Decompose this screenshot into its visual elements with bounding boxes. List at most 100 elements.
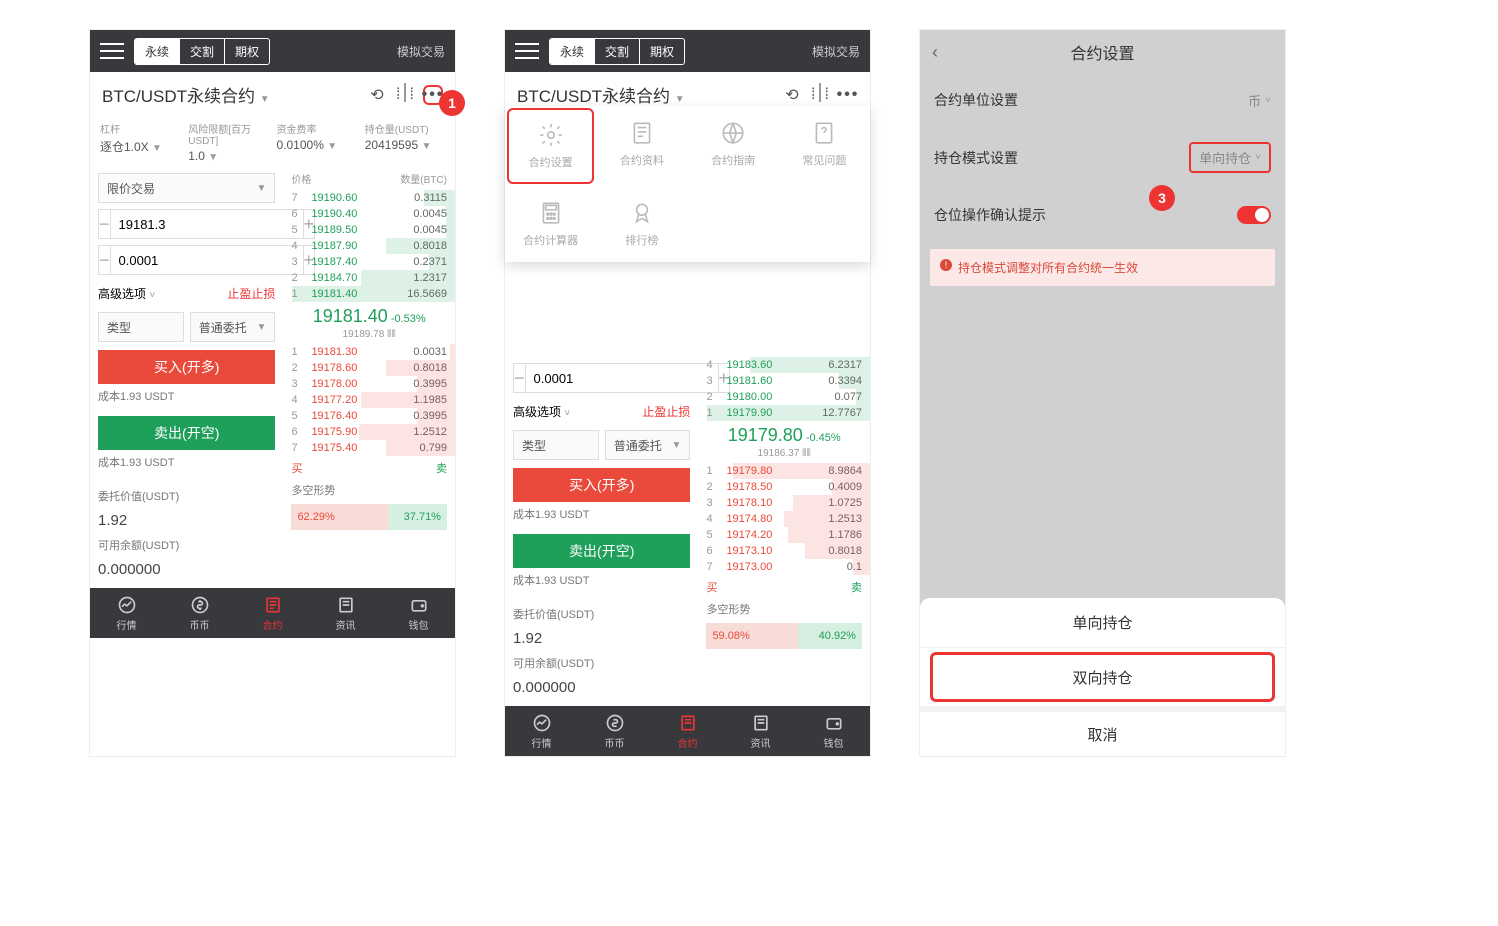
menu-settings[interactable]: 合约设置 <box>507 108 594 184</box>
ob-row[interactable]: 319187.400.2371 <box>283 254 455 270</box>
product-tabs: 永续 交割 期权 <box>134 38 270 65</box>
sim-trade-link[interactable]: 模拟交易 <box>812 43 860 60</box>
qty-minus[interactable]: − <box>513 363 526 393</box>
ob-row[interactable]: 619190.400.0045 <box>283 206 455 222</box>
ob-row[interactable]: 719173.000.1 <box>698 559 870 575</box>
nav-spot[interactable]: 币币 <box>578 706 651 756</box>
ob-row[interactable]: 219178.600.8018 <box>283 360 455 376</box>
ob-row[interactable]: 119179.9012.7767 <box>698 405 870 421</box>
nav-futures[interactable]: 合约 <box>236 588 309 638</box>
chevron-down-icon: ˅ <box>1255 152 1261 163</box>
ob-row[interactable]: 519174.201.1786 <box>698 527 870 543</box>
sheet-hedge[interactable]: 双向持仓 <box>930 652 1275 702</box>
ordertype-select[interactable]: 限价交易▼ <box>98 173 275 203</box>
orderbook: 价格数量(BTC) 719190.600.3115619190.400.0045… <box>283 167 455 588</box>
oi-cell[interactable]: 持仓量(USDT)20419595 ▼ <box>365 121 445 163</box>
settings-header: ‹ 合约设置 <box>920 30 1285 74</box>
ob-row[interactable]: 319181.600.3394 <box>698 373 870 389</box>
topbar: 永续 交割 期权 模拟交易 <box>90 30 455 72</box>
tab-options[interactable]: 期权 <box>225 39 269 64</box>
nav-market[interactable]: 行情 <box>90 588 163 638</box>
qty-input[interactable] <box>111 245 303 275</box>
price-minus[interactable]: − <box>98 209 111 239</box>
tp-sl-link[interactable]: 止盈止损 <box>642 403 690 420</box>
price-input[interactable] <box>111 209 303 239</box>
ob-row[interactable]: 619173.100.8018 <box>698 543 870 559</box>
more-icon[interactable]: ••• <box>838 85 858 105</box>
notice: !持仓模式调整对所有合约统一生效 <box>930 249 1275 286</box>
menu-rank[interactable]: 排行榜 <box>596 186 687 262</box>
refresh-icon[interactable]: ⟲ <box>782 85 802 105</box>
screen-1: 永续 交割 期权 模拟交易 BTC/USDT永续合约 ▼ ⟲ ⁞׀⁞ ••• 1… <box>90 30 455 756</box>
bottom-nav: 行情 币币 合约 资讯 钱包 <box>90 588 455 638</box>
ob-row[interactable]: 219184.701.2317 <box>283 270 455 286</box>
nav-wallet[interactable]: 钱包 <box>382 588 455 638</box>
ob-row[interactable]: 219180.000.077 <box>698 389 870 405</box>
advanced-toggle[interactable]: 高级选项 ˅ <box>513 403 570 420</box>
unit-row[interactable]: 合约单位设置 币 ˅ <box>920 74 1285 126</box>
menu-calc[interactable]: 合约计算器 <box>505 186 596 262</box>
type-select[interactable]: 普通委托▼ <box>605 430 691 460</box>
ob-row[interactable]: 419187.900.8018 <box>283 238 455 254</box>
qty-input-row: − + <box>98 245 275 275</box>
tab-delivery[interactable]: 交割 <box>180 39 225 64</box>
ob-row[interactable]: 719190.600.3115 <box>283 190 455 206</box>
nav-futures[interactable]: 合约 <box>651 706 724 756</box>
ob-row[interactable]: 319178.000.3995 <box>283 376 455 392</box>
confirm-toggle[interactable] <box>1237 206 1271 224</box>
ob-row[interactable]: 519176.400.3995 <box>283 408 455 424</box>
type-label: 类型 <box>98 312 184 342</box>
menu-guide[interactable]: 合约指南 <box>688 106 779 186</box>
ob-row[interactable]: 319178.101.0725 <box>698 495 870 511</box>
menu-info[interactable]: 合约资料 <box>596 106 687 186</box>
qty-input[interactable] <box>526 363 718 393</box>
ob-row[interactable]: 519189.500.0045 <box>283 222 455 238</box>
advanced-toggle[interactable]: 高级选项 ˅ <box>98 285 155 302</box>
pair-name[interactable]: BTC/USDT永续合约 ▼ <box>102 82 359 107</box>
tab-perp[interactable]: 永续 <box>550 39 595 64</box>
ob-row[interactable]: 119181.300.0031 <box>283 344 455 360</box>
nav-market[interactable]: 行情 <box>505 706 578 756</box>
sim-trade-link[interactable]: 模拟交易 <box>397 43 445 60</box>
qty-minus[interactable]: − <box>98 245 111 275</box>
nav-wallet[interactable]: 钱包 <box>797 706 870 756</box>
menu-faq[interactable]: 常见问题 <box>779 106 870 186</box>
chevron-down-icon: ˅ <box>1265 95 1271 106</box>
tab-perp[interactable]: 永续 <box>135 39 180 64</box>
ob-row[interactable]: 719175.400.799 <box>283 440 455 456</box>
pair-name[interactable]: BTC/USDT永续合约 ▼ <box>517 82 774 107</box>
ob-row[interactable]: 419177.201.1985 <box>283 392 455 408</box>
badge-1: 1 <box>439 90 465 116</box>
tab-options[interactable]: 期权 <box>640 39 684 64</box>
risk-cell[interactable]: 风险限额[百万USDT]1.0 ▼ <box>188 121 268 163</box>
nav-news[interactable]: 资讯 <box>309 588 382 638</box>
buy-button[interactable]: 买入(开多) <box>98 350 275 384</box>
nav-news[interactable]: 资讯 <box>724 706 797 756</box>
ob-row[interactable]: 419183.606.2317 <box>698 357 870 373</box>
sell-button[interactable]: 卖出(开空) <box>98 416 275 450</box>
ob-row[interactable]: 619175.901.2512 <box>283 424 455 440</box>
ob-row[interactable]: 219178.500.4009 <box>698 479 870 495</box>
menu-icon[interactable] <box>100 43 124 59</box>
tab-delivery[interactable]: 交割 <box>595 39 640 64</box>
funding-cell[interactable]: 资金费率0.0100% ▼ <box>277 121 357 163</box>
ob-row[interactable]: 419174.801.2513 <box>698 511 870 527</box>
refresh-icon[interactable]: ⟲ <box>367 85 387 105</box>
mode-row[interactable]: 持仓模式设置 单向持仓 ˅ <box>920 126 1285 189</box>
menu-icon[interactable] <box>515 43 539 59</box>
chart-icon[interactable]: ⁞׀⁞ <box>810 85 830 105</box>
sell-button[interactable]: 卖出(开空) <box>513 534 690 568</box>
leverage-cell[interactable]: 杠杆逐仓1.0X ▼ <box>100 121 180 163</box>
nav-spot[interactable]: 币币 <box>163 588 236 638</box>
buy-button[interactable]: 买入(开多) <box>513 468 690 502</box>
ob-row[interactable]: 119181.4016.5669 <box>283 286 455 302</box>
sheet-one-way[interactable]: 单向持仓 <box>920 598 1285 648</box>
tp-sl-link[interactable]: 止盈止损 <box>227 285 275 302</box>
back-icon[interactable]: ‹ <box>932 42 938 63</box>
type-select[interactable]: 普通委托▼ <box>190 312 276 342</box>
ob-row[interactable]: 119179.808.9864 <box>698 463 870 479</box>
sheet-cancel[interactable]: 取消 <box>920 706 1285 756</box>
notional-value: 1.92 <box>98 508 275 533</box>
chart-icon[interactable]: ⁞׀⁞ <box>395 85 415 105</box>
avail-value: 0.000000 <box>98 557 275 582</box>
